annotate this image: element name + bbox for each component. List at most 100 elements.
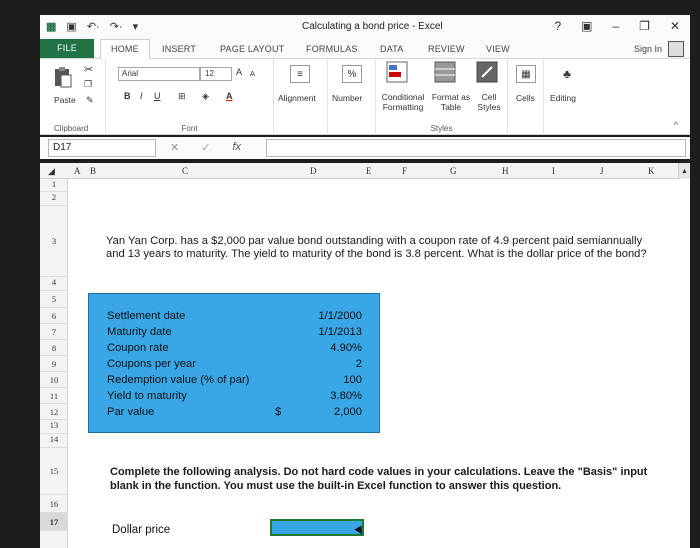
cells-icon[interactable]: ▦ (516, 65, 536, 83)
tab-data[interactable]: DATA (380, 44, 403, 54)
row-header[interactable]: 14 (40, 434, 68, 448)
column-header-c[interactable]: C (182, 166, 188, 176)
window-controls: ? ▣ – ❐ ✕ (554, 19, 680, 33)
name-box[interactable]: D17 (48, 139, 156, 157)
paste-button[interactable]: Paste (54, 95, 76, 105)
underline-icon[interactable]: U (154, 91, 161, 101)
customize-qat-icon[interactable]: ▾ (133, 20, 139, 33)
row-header[interactable]: 8 (40, 340, 68, 356)
alignment-button[interactable]: Alignment (278, 93, 316, 103)
font-color-icon[interactable]: A (226, 91, 233, 101)
italic-icon[interactable]: I (140, 91, 143, 101)
column-header-f[interactable]: F (402, 166, 407, 176)
user-avatar-icon[interactable] (668, 41, 684, 57)
percent-icon[interactable]: % (342, 65, 362, 83)
tab-page-layout[interactable]: PAGE LAYOUT (220, 44, 284, 54)
row-header[interactable]: 6 (40, 308, 68, 324)
row-header[interactable]: 12 (40, 404, 68, 420)
decrease-font-icon[interactable]: A (250, 69, 255, 78)
conditional-formatting-button[interactable]: Conditional Formatting (376, 92, 430, 112)
conditional-formatting-icon[interactable] (386, 61, 408, 83)
title-bar: ▦ ▣ ↶· ↷· ▾ Calculating a bond price - E… (40, 15, 690, 39)
column-header-k[interactable]: K (648, 166, 655, 176)
column-header-d[interactable]: D (310, 166, 317, 176)
ribbon-display-options-icon[interactable]: ▣ (581, 19, 592, 33)
number-button[interactable]: Number (332, 93, 362, 103)
row-header[interactable]: 13 (40, 420, 68, 434)
copy-icon[interactable]: ❐ (84, 79, 92, 90)
tab-formulas[interactable]: FORMULAS (306, 44, 358, 54)
column-header-b[interactable]: B (90, 166, 96, 176)
row-header[interactable]: 10 (40, 372, 68, 388)
cell-styles-icon[interactable] (476, 61, 498, 83)
cut-icon[interactable]: ✂ (84, 63, 93, 76)
answer-label[interactable]: Dollar price (112, 524, 170, 536)
close-button[interactable]: ✕ (670, 19, 680, 33)
row-header[interactable]: 16 (40, 495, 68, 513)
currency-symbol: $ (275, 406, 282, 418)
fill-color-icon[interactable]: ◈ (202, 91, 209, 102)
tab-file[interactable]: FILE (40, 39, 94, 58)
insert-function-button[interactable]: fx (232, 141, 241, 154)
tab-review[interactable]: REVIEW (428, 44, 465, 54)
paste-icon[interactable] (52, 65, 74, 89)
formula-buttons: ✕ ✓ fx (170, 141, 241, 154)
row-header[interactable]: 1 (40, 179, 68, 192)
row-header[interactable]: 4 (40, 277, 68, 291)
answer-cell-d17[interactable] (270, 519, 364, 536)
undo-icon[interactable]: ↶· (87, 20, 100, 33)
clipboard-label: Clipboard (54, 124, 89, 133)
tab-insert[interactable]: INSERT (162, 44, 196, 54)
row-header[interactable]: 3 (40, 206, 68, 277)
column-header-g[interactable]: G (450, 166, 457, 176)
column-header-e[interactable]: E (366, 166, 372, 176)
bold-icon[interactable]: B (124, 91, 131, 101)
cell-styles-button[interactable]: Cell Styles (474, 92, 504, 112)
font-size-select[interactable]: 12 (200, 67, 232, 81)
styles-group-label: Styles (430, 124, 453, 133)
font-name-select[interactable]: Arial (118, 67, 200, 81)
window-title: Calculating a bond price - Excel (302, 21, 443, 32)
alignment-icon[interactable]: ≡ (290, 65, 310, 83)
minimize-button[interactable]: – (612, 19, 619, 33)
row-header[interactable]: 15 (40, 448, 68, 495)
scroll-up-button[interactable]: ▲ (678, 163, 690, 179)
formula-input[interactable] (266, 139, 686, 157)
tab-view[interactable]: VIEW (486, 44, 510, 54)
cell-grid[interactable]: Yan Yan Corp. has a $2,000 par value bon… (68, 179, 690, 548)
question-text[interactable]: Yan Yan Corp. has a $2,000 par value bon… (106, 235, 654, 261)
format-painter-icon[interactable]: ✎ (86, 95, 94, 106)
input-value: 2 (355, 358, 362, 370)
tab-home[interactable]: HOME (100, 39, 150, 59)
row-header[interactable]: 5 (40, 291, 68, 308)
ribbon: Paste ✂ ❐ ✎ Clipboard Arial 12 A A B I U… (40, 59, 690, 135)
instructions-text[interactable]: Complete the following analysis. Do not … (110, 465, 670, 493)
row-header[interactable]: 7 (40, 324, 68, 340)
row-header[interactable]: 2 (40, 192, 68, 206)
row-header[interactable]: 9 (40, 356, 68, 372)
column-header-h[interactable]: H (502, 166, 509, 176)
editing-button[interactable]: Editing (550, 93, 576, 103)
borders-icon[interactable]: ⊞ (178, 91, 186, 102)
row-header-selected[interactable]: 17 (40, 513, 68, 531)
format-as-table-button[interactable]: Format as Table (430, 92, 472, 112)
enter-icon[interactable]: ✓ (201, 141, 210, 154)
row-header[interactable]: 11 (40, 388, 68, 404)
find-binoculars-icon[interactable]: ♣ (558, 65, 576, 83)
sign-in-link[interactable]: Sign In (634, 44, 662, 54)
column-header-i[interactable]: I (552, 166, 555, 176)
collapse-ribbon-icon[interactable]: ^ (674, 120, 678, 130)
format-as-table-icon[interactable] (434, 61, 456, 83)
ribbon-tabs: FILE HOME INSERT PAGE LAYOUT FORMULAS DA… (40, 39, 690, 59)
input-label: Coupon rate (107, 342, 169, 354)
cells-button[interactable]: Cells (516, 93, 535, 103)
restore-icon[interactable]: ❐ (639, 19, 650, 33)
help-button[interactable]: ? (554, 19, 561, 33)
cancel-icon[interactable]: ✕ (170, 141, 179, 154)
save-icon[interactable]: ▣ (66, 20, 76, 33)
select-all-corner[interactable]: ◢ (48, 166, 55, 177)
increase-font-icon[interactable]: A (236, 67, 242, 77)
column-header-j[interactable]: J (600, 166, 604, 176)
redo-icon[interactable]: ↷· (110, 20, 123, 33)
column-header-a[interactable]: A (74, 166, 81, 176)
